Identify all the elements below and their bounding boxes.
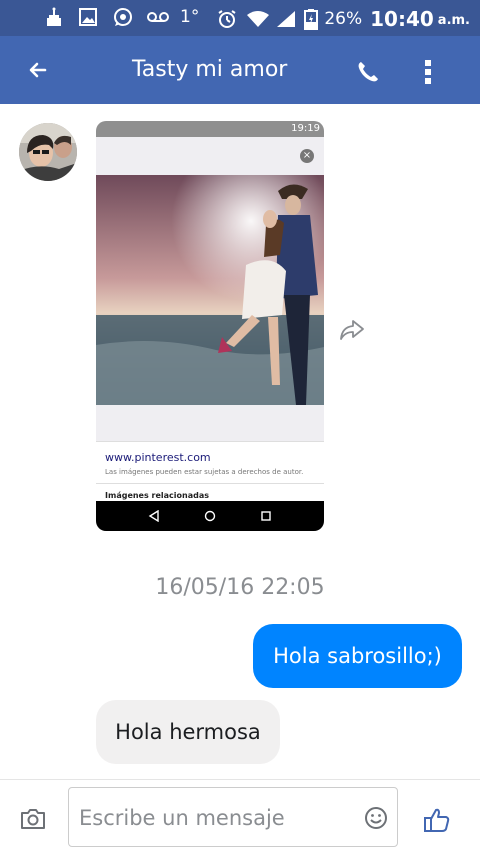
nav-recent-icon — [261, 511, 271, 521]
attachment-photo — [96, 175, 324, 405]
nav-home-icon — [204, 510, 216, 522]
contact-name[interactable]: Tasty mi amor — [132, 56, 287, 84]
source-link[interactable]: www.pinterest.com — [105, 451, 211, 465]
attachment-nav-bar — [96, 501, 324, 531]
back-button[interactable] — [18, 50, 58, 90]
contact-avatar[interactable] — [19, 123, 77, 181]
share-arrow-icon — [340, 320, 364, 340]
message-input[interactable]: Escribe un mensaje — [68, 787, 398, 847]
share-button[interactable] — [338, 316, 366, 344]
alarm-icon — [216, 8, 236, 30]
copyright-note: Las imágenes pueden estar sujetas a dere… — [105, 468, 304, 476]
status-notifications: 1° — [44, 6, 199, 28]
status-system: 26% 10:40 a.m. — [216, 6, 470, 32]
signal-text: 1° — [180, 7, 200, 27]
status-bar: 1° 26% 10:40 a.m. — [0, 0, 480, 36]
messenger-screen: 1° 26% 10:40 a.m. Tasty mi amor 19:19 × … — [0, 0, 480, 854]
arrow-left-icon — [29, 62, 47, 78]
battery-percent: 26% — [324, 9, 363, 29]
battery-charging-icon — [304, 8, 319, 30]
wifi-icon — [246, 8, 270, 30]
like-button[interactable] — [420, 804, 454, 836]
phone-icon — [358, 62, 378, 82]
message-composer: Escribe un mensaje — [0, 779, 480, 854]
related-images-label: Imágenes relacionadas — [105, 491, 210, 500]
attachment-status-time: 19:19 — [291, 123, 320, 134]
signal-icon — [276, 8, 296, 30]
conversation-header: Tasty mi amor — [0, 36, 480, 104]
camera-icon — [21, 809, 45, 829]
attachment-info: www.pinterest.com Las imágenes pueden es… — [96, 405, 324, 501]
smiley-icon — [365, 807, 387, 829]
nav-back-icon — [148, 510, 159, 522]
call-button[interactable] — [348, 52, 388, 92]
clock-ampm: a.m. — [437, 13, 470, 28]
incoming-message[interactable]: Hola hermosa — [96, 700, 280, 764]
image-icon — [78, 6, 98, 28]
emoji-button[interactable] — [363, 805, 389, 831]
more-vert-icon — [425, 60, 431, 84]
whatsapp-icon — [112, 6, 132, 28]
attachment-status-bar: 19:19 — [96, 121, 324, 137]
camera-button[interactable] — [16, 804, 50, 834]
thumbs-up-icon — [424, 808, 450, 832]
birthday-cake-icon — [44, 6, 64, 28]
more-options-button[interactable] — [408, 52, 448, 92]
image-attachment[interactable]: 19:19 × www.pinterest.com Las imágenes p… — [96, 121, 324, 531]
outgoing-message[interactable]: Hola sabrosillo;) — [253, 624, 462, 688]
voicemail-icon — [146, 6, 169, 28]
attachment-top-area — [96, 137, 324, 175]
message-timestamp: 16/05/16 22:05 — [155, 575, 325, 600]
message-input-placeholder: Escribe un mensaje — [79, 806, 285, 830]
clock-time: 10:40 — [370, 7, 434, 31]
close-icon: × — [300, 149, 314, 163]
